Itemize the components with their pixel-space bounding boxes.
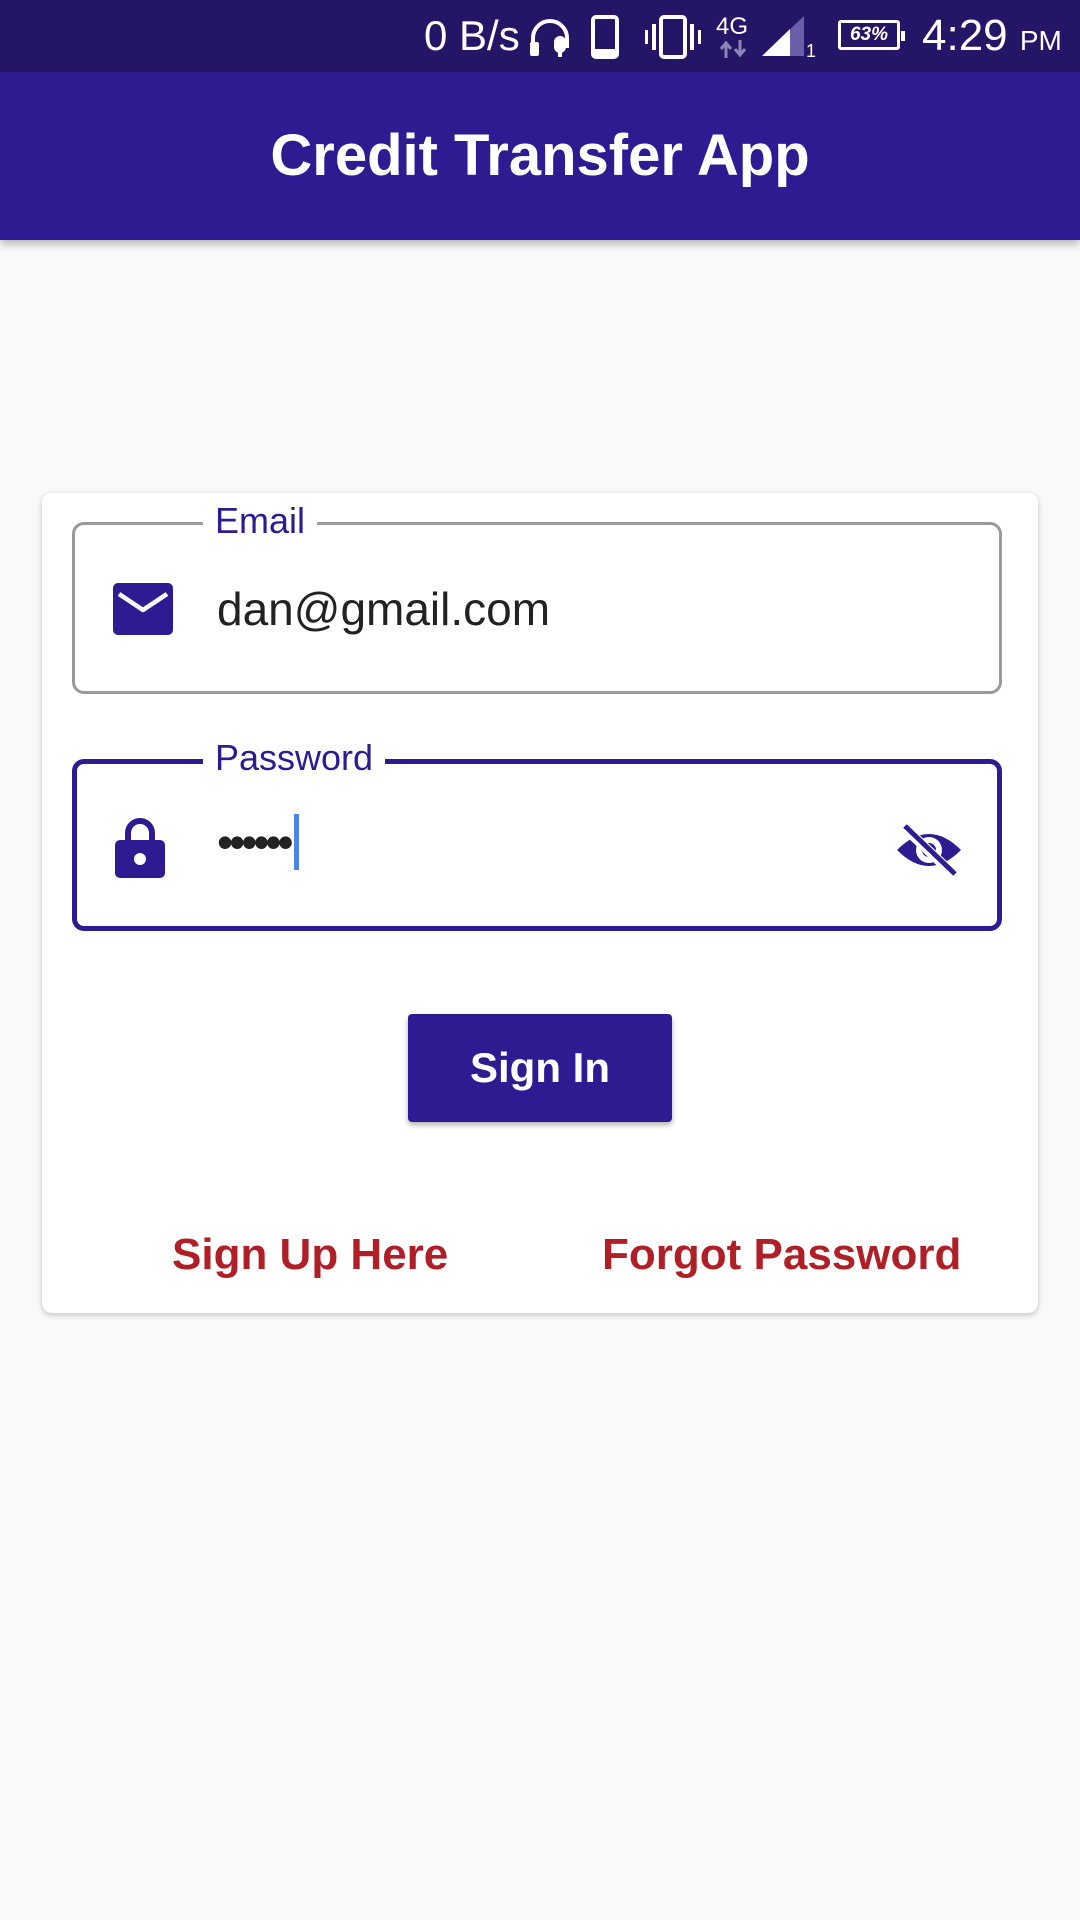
password-masked-value: •••••• (217, 816, 294, 868)
phone-icon (591, 15, 619, 59)
lock-icon (115, 818, 165, 878)
email-input[interactable]: dan@gmail.com (217, 581, 550, 637)
visibility-off-icon[interactable] (895, 822, 963, 878)
app-title: Credit Transfer App (270, 123, 810, 188)
network-speed: 0 B/s (424, 12, 520, 59)
login-card: Email dan@gmail.com Password •••••• Sign… (42, 493, 1038, 1313)
forgot-password-link[interactable]: Forgot Password (602, 1229, 961, 1281)
vibrate-icon (645, 15, 701, 59)
signal-icon (762, 16, 804, 56)
sign-in-button[interactable]: Sign In (408, 1014, 672, 1122)
password-input[interactable]: •••••• (217, 813, 299, 874)
battery-percent: 63% (849, 24, 889, 45)
sign-up-link[interactable]: Sign Up Here (172, 1229, 448, 1281)
clock-ampm: PM (1019, 25, 1062, 56)
mail-icon (113, 583, 173, 635)
password-label: Password (203, 736, 386, 780)
password-field[interactable]: Password •••••• (72, 736, 1002, 931)
text-cursor (293, 813, 299, 870)
email-label: Email (203, 499, 318, 543)
app-bar: Credit Transfer App (0, 72, 1080, 240)
network-type-label: 4G (716, 13, 749, 40)
data-arrows-icon (719, 40, 747, 58)
status-bar: 0 B/s 4G 1 63% 4:29 PM (0, 0, 1080, 72)
sim-slot-label: 1 (806, 41, 817, 61)
battery-icon: 63% (838, 20, 905, 50)
clock: 4:29 PM (922, 12, 1062, 65)
clock-time: 4:29 (922, 11, 1008, 60)
email-field[interactable]: Email dan@gmail.com (72, 499, 1002, 694)
headset-icon (530, 19, 569, 57)
